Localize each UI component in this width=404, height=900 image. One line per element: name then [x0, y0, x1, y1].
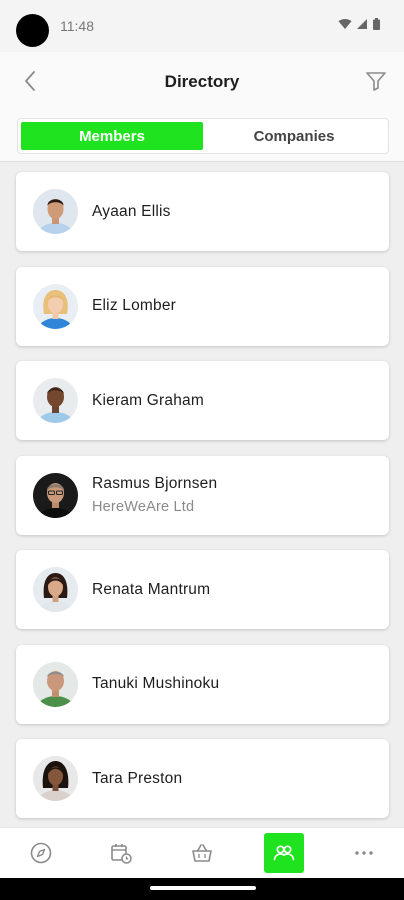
avatar [33, 189, 78, 234]
avatar [33, 472, 78, 518]
bottom-nav [0, 827, 404, 878]
member-name: Tanuki Mushinoku [92, 675, 220, 692]
member-company: HereWeAre Ltd [92, 499, 195, 515]
nav-directory[interactable] [264, 833, 304, 873]
filter-icon [366, 72, 386, 91]
filter-button[interactable] [362, 67, 390, 95]
member-card[interactable]: Tanuki Mushinoku [16, 644, 389, 724]
tabs-area: Members Companies [0, 110, 404, 162]
battery-icon [373, 18, 380, 30]
page-title: Directory [164, 72, 240, 91]
avatar [33, 378, 78, 423]
member-name: Renata Mantrum [92, 580, 211, 598]
avatar [33, 756, 78, 801]
avatar [33, 567, 78, 612]
signal-icon [357, 19, 367, 29]
calendar-clock-icon [111, 844, 132, 864]
app-bar: Directory [0, 52, 404, 110]
member-card[interactable]: Ayaan Ellis [16, 172, 389, 251]
compass-icon [30, 842, 52, 864]
member-card[interactable]: Tara Preston [16, 739, 389, 818]
avatar [33, 661, 78, 707]
camera-cutout [16, 14, 49, 47]
people-icon [273, 845, 295, 861]
status-icons [338, 18, 380, 30]
tab-members[interactable]: Members [21, 122, 203, 150]
member-card[interactable]: Renata Mantrum [16, 550, 389, 629]
member-name: Eliz Lomber [92, 297, 177, 314]
member-card[interactable]: Eliz Lomber [16, 266, 389, 346]
nav-explore[interactable] [21, 833, 61, 873]
nav-bookings[interactable] [101, 833, 141, 873]
nav-marketplace[interactable] [182, 833, 222, 873]
member-card[interactable]: Kieram Graham [16, 361, 389, 440]
home-indicator[interactable] [150, 886, 256, 890]
wifi-icon [338, 18, 352, 29]
basket-icon [192, 844, 212, 862]
more-icon [355, 851, 373, 855]
member-name: Kieram Graham [92, 391, 204, 409]
member-name: Rasmus Bjornsen [92, 475, 218, 492]
segmented-control: Members Companies [17, 118, 389, 154]
avatar [33, 283, 78, 329]
status-time: 11:48 [60, 18, 94, 34]
nav-more[interactable] [344, 833, 384, 873]
member-name: Ayaan Ellis [92, 202, 171, 220]
gesture-bar [0, 878, 404, 900]
tab-companies[interactable]: Companies [203, 122, 385, 150]
member-list: Ayaan Ellis Eliz Lomber Kieram Graham Ra… [16, 172, 389, 834]
member-name: Tara Preston [92, 769, 183, 787]
status-bar: 11:48 [0, 0, 404, 52]
member-card[interactable]: Rasmus Bjornsen HereWeAre Ltd [16, 455, 389, 535]
